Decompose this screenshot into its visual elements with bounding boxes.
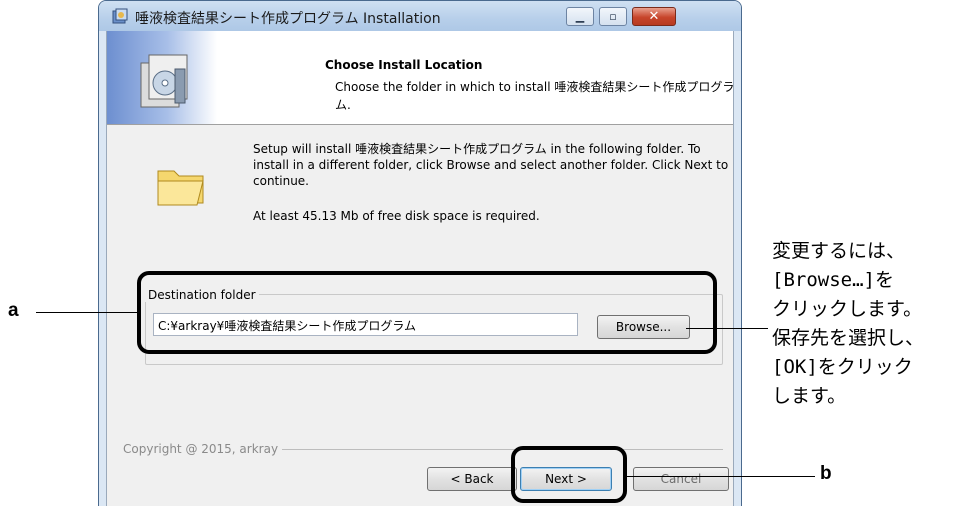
client-area: Choose Install Location Choose the folde…: [106, 31, 734, 506]
browse-instruction-note: 変更するには、 [Browse…]を クリックします。 保存先を選択し、 [OK…: [772, 240, 925, 407]
callout-line-b: [627, 476, 815, 477]
callout-label-b: b: [820, 463, 832, 484]
copyright-text: Copyright @ 2015, arkray: [123, 442, 283, 456]
disk-space-text: At least 45.13 Mb of free disk space is …: [253, 209, 540, 223]
title-bar[interactable]: 唾液検査結果シート作成プログラム Installation ▁ ▫ ✕: [99, 1, 741, 31]
page-header: Choose Install Location Choose the folde…: [107, 31, 735, 125]
callout-line-browse: [686, 328, 768, 329]
cancel-button[interactable]: Cancel: [633, 467, 729, 491]
callout-label-a: a: [8, 300, 19, 321]
header-banner: [107, 31, 217, 124]
maximize-button[interactable]: ▫: [599, 7, 627, 26]
install-package-icon: [140, 54, 188, 108]
installer-icon: [112, 8, 128, 24]
page-title: Choose Install Location: [325, 58, 483, 72]
installer-window: 唾液検査結果シート作成プログラム Installation ▁ ▫ ✕ Choo…: [98, 0, 742, 506]
highlight-next-button: [511, 446, 627, 503]
close-button[interactable]: ✕: [632, 7, 676, 26]
highlight-destination: [137, 271, 717, 354]
callout-line-a: [36, 312, 137, 313]
instructions-text: Setup will install 唾液検査結果シート作成プログラム in t…: [253, 142, 729, 188]
window-title: 唾液検査結果シート作成プログラム Installation: [135, 11, 441, 27]
back-button[interactable]: < Back: [427, 467, 517, 491]
page-subtitle: Choose the folder in which to install 唾液…: [335, 80, 735, 112]
minimize-button[interactable]: ▁: [566, 7, 594, 26]
folder-icon: [157, 170, 204, 206]
